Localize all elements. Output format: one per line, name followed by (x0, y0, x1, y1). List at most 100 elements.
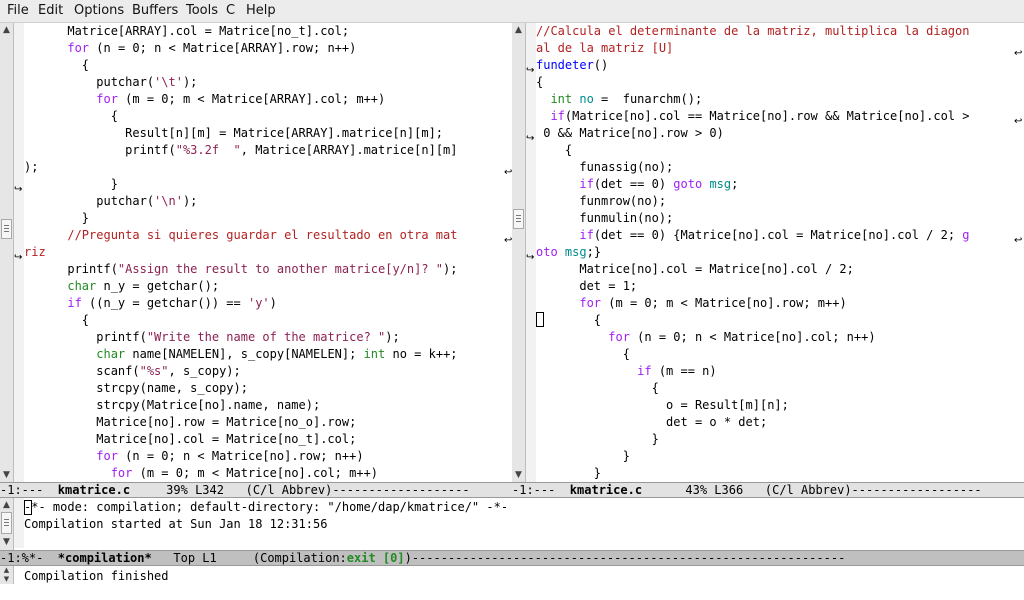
right-scrollbar-thumb[interactable] (513, 209, 524, 229)
code-token: ) (269, 296, 277, 310)
code-token: funmulin(no); (536, 211, 674, 225)
code-line: char n_y = getchar(); (24, 278, 458, 295)
scroll-down-arrow-icon[interactable]: ▼ (0, 575, 13, 583)
code-token: Matrice[no].col = Matrice[no_t].col; (24, 432, 357, 446)
menu-options[interactable]: Options (74, 3, 124, 18)
code-token: strcpy(Matrice[no].name, name); (24, 398, 321, 412)
code-token: } (536, 449, 630, 463)
continuation-arrow-icon: ↩ (1014, 235, 1023, 246)
compilation-mode-line[interactable]: -1:%*- *compilation* Top L1 (Compilation… (0, 550, 1024, 566)
mode-line-buffer-name[interactable]: kmatrice.c (570, 483, 642, 497)
menu-file[interactable]: File (7, 3, 29, 18)
echo-scrollbar[interactable]: ▲ ▼ (0, 566, 14, 584)
code-token: msg (564, 245, 587, 259)
code-token: printf( (24, 143, 176, 157)
left-window-scrollbar[interactable]: ▲ ▼ (0, 23, 14, 482)
code-line: if(det == 0) {Matrice[no].col = Matrice[… (536, 227, 969, 244)
compilation-header-line: -*- mode: compilation; default-directory… (24, 500, 509, 514)
code-line: strcpy(name, s_copy); (24, 380, 458, 397)
code-token: scanf( (24, 364, 140, 378)
code-token: { (24, 313, 90, 327)
scroll-down-arrow-icon[interactable]: ▼ (0, 469, 13, 481)
code-token: strcpy(name, s_copy); (24, 381, 248, 395)
compilation-started-line: Compilation started at Sun Jan 18 12:31:… (24, 517, 328, 531)
compilation-scrollbar-thumb[interactable] (1, 512, 12, 534)
code-token: ); (24, 160, 39, 174)
menu-c[interactable]: C (226, 3, 235, 18)
code-line: Matrice[no].col = Matrice[no].col / 2; (536, 261, 970, 278)
mode-line-buffer-name[interactable]: *compilation* (58, 551, 152, 565)
menu-edit[interactable]: Edit (38, 3, 63, 18)
code-line: printf("Assign the result to another mat… (24, 261, 458, 278)
code-token: '\n' (154, 194, 183, 208)
code-token: no (579, 92, 594, 106)
code-line: ); (24, 159, 458, 176)
code-line: for (m = 0; m < Matrice[ARRAY].col; m++) (24, 91, 458, 108)
right-code-window[interactable]: //Calcula el determinante de la matriz, … (526, 23, 1024, 482)
code-token: } (536, 432, 659, 446)
code-token: putchar( (24, 194, 155, 208)
code-line: int no = funarchm(); (536, 91, 970, 108)
code-token: name[NAMELEN], s_copy[NAMELEN]; (125, 347, 364, 361)
code-line: printf("%3.2f ", Matrice[ARRAY].matrice[… (24, 142, 458, 159)
code-line: if (m == n) (536, 363, 970, 380)
menu-buffers[interactable]: Buffers (132, 3, 178, 18)
mode-line-info: Top L1 (Compilation: (151, 551, 347, 565)
code-line: for (n = 0; n < Matrice[ARRAY].row; n++) (24, 40, 458, 57)
code-line: Matrice[ARRAY].col = Matrice[no_t].col; (24, 23, 458, 40)
code-line: al de la matriz [U] (536, 40, 970, 57)
code-token: "Write the name of the matrice? " (146, 330, 386, 344)
code-token: fundeter (536, 58, 594, 72)
code-token: { (536, 313, 602, 327)
code-line: for (n = 0; n < Matrice[no].row; n++) (24, 448, 458, 465)
code-token: () (593, 58, 609, 72)
scroll-up-arrow-icon[interactable]: ▲ (0, 24, 13, 36)
code-token: 'y' (247, 296, 270, 310)
code-line: { (536, 74, 970, 91)
left-scrollbar-thumb[interactable] (1, 219, 12, 239)
code-token: ; (731, 177, 739, 191)
right-mode-line[interactable]: -1:--- kmatrice.c 43% L366 (C/l Abbrev)-… (512, 482, 1024, 498)
code-token: Matrice[no].col = Matrice[no].col / 2; (536, 262, 854, 276)
scroll-up-arrow-icon[interactable]: ▲ (0, 566, 13, 574)
code-token: for (67, 41, 90, 55)
code-token: , Matrice[ARRAY].matrice[n][m] (240, 143, 458, 157)
code-token: Result[n][m] = Matrice[ARRAY].matrice[n]… (24, 126, 444, 140)
code-token: if (550, 109, 565, 123)
menu-help[interactable]: Help (246, 3, 276, 18)
continuation-arrow-icon: ↩ (504, 235, 512, 246)
code-line: if ((n_y = getchar()) == 'y') (24, 295, 458, 312)
scroll-down-arrow-icon[interactable]: ▼ (0, 536, 13, 548)
scroll-up-arrow-icon[interactable]: ▲ (512, 24, 525, 36)
scroll-down-arrow-icon[interactable]: ▼ (512, 469, 525, 481)
code-line: { (536, 380, 970, 397)
code-token: } (24, 177, 118, 191)
mode-line-buffer-name[interactable]: kmatrice.c (58, 483, 130, 497)
code-token: int (363, 347, 386, 361)
left-code-window[interactable]: Matrice[ARRAY].col = Matrice[no_t].col; … (14, 23, 512, 482)
code-token: { (536, 143, 573, 157)
scroll-up-arrow-icon[interactable]: ▲ (0, 499, 13, 511)
code-token: if (637, 364, 652, 378)
right-window-scrollbar[interactable]: ▲ ▼ (512, 23, 526, 482)
compilation-fringe (14, 498, 24, 548)
compilation-window[interactable]: -*- mode: compilation; default-directory… (14, 498, 1024, 548)
code-token: , s_copy); (168, 364, 241, 378)
code-token: (det == 0) (593, 177, 674, 191)
code-token: //Pregunta si quieres guardar el resulta… (24, 228, 458, 242)
code-line: char name[NAMELEN], s_copy[NAMELEN]; int… (24, 346, 457, 363)
menu-tools[interactable]: Tools (186, 3, 218, 18)
code-line: Matrice[no].col = Matrice[no_t].col; (24, 431, 458, 448)
compilation-scrollbar[interactable]: ▲ ▼ (0, 498, 14, 550)
mode-line-status: -1:--- (0, 483, 58, 497)
compilation-output: -*- mode: compilation; default-directory… (24, 499, 508, 533)
code-line: putchar('\n'); (24, 193, 458, 210)
left-mode-line[interactable]: -1:--- kmatrice.c 39% L342 (C/l Abbrev)-… (0, 482, 512, 498)
code-token: for (110, 466, 133, 480)
wrap-arrow-icon: ↪ (526, 252, 535, 263)
code-line: det = o * det; (536, 414, 970, 431)
wrap-arrow-icon: ↪ (526, 133, 535, 144)
